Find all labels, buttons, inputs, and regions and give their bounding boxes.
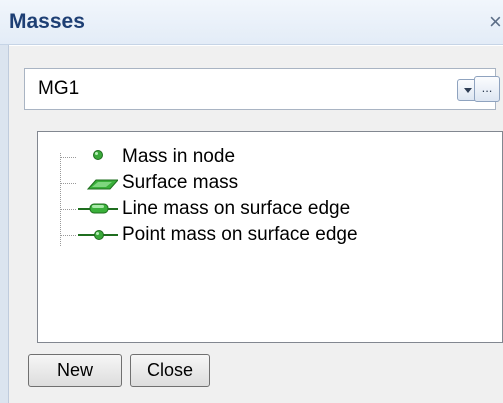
tree-branch-line xyxy=(60,183,76,184)
tree-item-mass-in-node[interactable]: Mass in node xyxy=(60,145,500,169)
surface-mass-icon xyxy=(86,179,118,190)
mass-group-value: MG1 xyxy=(38,78,80,99)
point-mass-icon xyxy=(78,230,118,240)
panel-titlebar: Masses × xyxy=(0,0,503,45)
tree-branch-line xyxy=(60,209,76,210)
tree-item-label: Surface mass xyxy=(122,172,239,193)
panel-close-button[interactable]: × xyxy=(489,9,503,35)
chevron-down-icon xyxy=(464,88,472,93)
tree-branch-line xyxy=(60,235,76,236)
line-mass-icon xyxy=(78,203,118,214)
panel-title: Masses xyxy=(9,10,85,33)
node-mass-icon xyxy=(93,150,103,160)
mass-group-select[interactable]: MG1 xyxy=(24,68,496,110)
tree-item-point-mass[interactable]: Point mass on surface edge xyxy=(60,223,500,247)
close-button[interactable]: Close xyxy=(130,354,210,387)
tree-branch-line xyxy=(60,157,76,158)
tree-item-label: Point mass on surface edge xyxy=(122,224,358,245)
tree-item-line-mass[interactable]: Line mass on surface edge xyxy=(60,197,500,221)
tree-item-label: Mass in node xyxy=(122,146,236,167)
tree-item-surface-mass[interactable]: Surface mass xyxy=(60,171,500,195)
mass-group-browse-button[interactable]: ... xyxy=(474,76,500,102)
panel-left-edge xyxy=(0,45,9,403)
masses-panel: Masses × MG1 ... Mass in node Surface ma… xyxy=(0,0,503,403)
tree-item-label: Line mass on surface edge xyxy=(122,198,351,219)
new-button[interactable]: New xyxy=(28,354,122,387)
